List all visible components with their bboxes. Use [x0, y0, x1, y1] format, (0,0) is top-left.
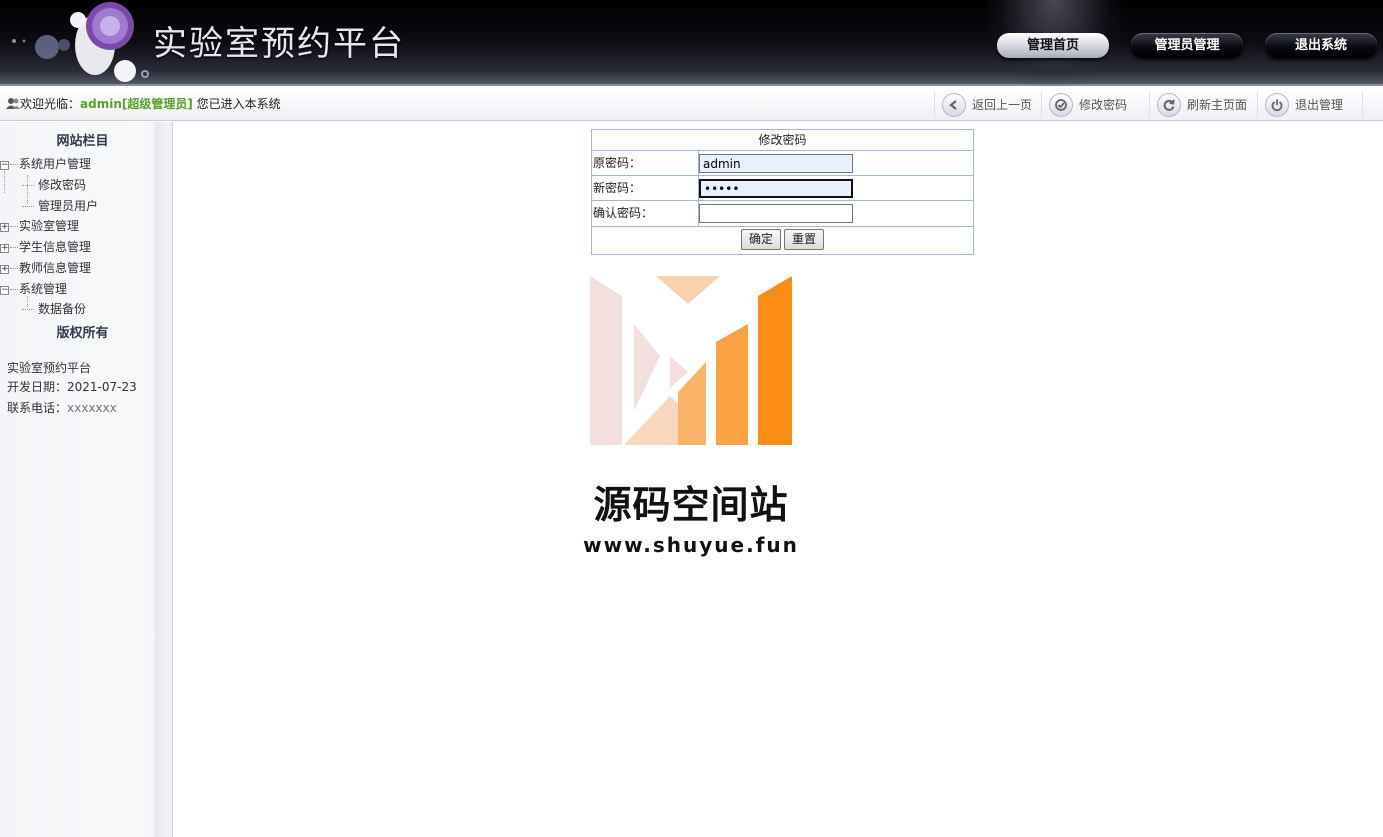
watermark-url: www.shuyue.fun	[583, 533, 799, 557]
expand-icon[interactable]: +	[0, 244, 9, 253]
new-password-label: 新密码：	[592, 176, 699, 200]
tree-item-label: 管理员用户	[38, 199, 99, 213]
nav-button-exit-system[interactable]: 退出系统	[1265, 33, 1377, 58]
tree-item-label: 修改密码	[38, 178, 87, 192]
tree-item-label: 数据备份	[38, 302, 87, 316]
collapse-icon[interactable]: −	[0, 286, 9, 295]
tree-item-data-backup[interactable]: 数据备份	[22, 300, 86, 317]
sidebar-heading: 网站栏目	[56, 134, 109, 149]
form-row-confirm-password: 确认密码：	[592, 201, 973, 227]
tree-item-label: 系统用户管理	[19, 157, 92, 171]
back-label: 返回上一页	[972, 98, 1033, 112]
refresh-main-button[interactable]: 刷新主页面	[1149, 91, 1255, 118]
develop-date-label: 开发日期：	[7, 380, 68, 394]
toolbar-divider	[1362, 91, 1363, 118]
platform-name: 实验室预约平台	[7, 361, 92, 375]
welcome-message: 欢迎光临：admin[超级管理员] 您已进入本系统	[6, 95, 281, 112]
toolbar: 欢迎光临：admin[超级管理员] 您已进入本系统 返回上一页 修改密码 刷新主…	[0, 88, 1383, 121]
tree-item-student-info[interactable]: + 学生信息管理	[0, 238, 91, 255]
change-password-form: 修改密码 原密码： 新密码： 确认密码： 确定 重置	[591, 129, 974, 255]
logout-manage-button[interactable]: 退出管理	[1257, 91, 1362, 118]
tree-item-system-users[interactable]: − 系统用户管理	[0, 155, 91, 172]
old-password-input[interactable]	[699, 154, 853, 173]
header-bar: 实验室预约平台 管理首页 管理员管理 退出系统	[0, 0, 1383, 86]
check-key-icon	[1049, 92, 1073, 117]
sidebar-splitter[interactable]	[155, 122, 169, 837]
reset-button[interactable]: 重置	[784, 229, 824, 250]
nav-button-home[interactable]: 管理首页	[997, 33, 1109, 58]
tree-item-teacher-info[interactable]: + 教师信息管理	[0, 259, 91, 276]
welcome-prefix: 欢迎光临：	[20, 97, 81, 111]
tree-item-label: 学生信息管理	[19, 240, 92, 254]
tree-item-lab-manage[interactable]: + 实验室管理	[0, 217, 79, 234]
expand-icon[interactable]: +	[0, 223, 9, 232]
power-icon	[1265, 92, 1289, 117]
app-title: 实验室预约平台	[153, 24, 405, 64]
change-password-button[interactable]: 修改密码	[1041, 91, 1147, 118]
develop-date-value: 2021-07-23	[67, 380, 137, 394]
app-logo-icon	[12, 2, 149, 82]
form-row-old-password: 原密码：	[592, 151, 973, 176]
tree-item-change-password[interactable]: 修改密码	[22, 176, 86, 193]
logout-manage-label: 退出管理	[1295, 98, 1344, 112]
refresh-icon	[1157, 92, 1181, 117]
back-button[interactable]: 返回上一页	[934, 91, 1039, 118]
tree-item-label: 实验室管理	[19, 219, 80, 233]
tree-item-system-manage[interactable]: − 系统管理	[0, 280, 67, 297]
submit-button[interactable]: 确定	[741, 229, 781, 250]
tree-connector	[4, 171, 5, 193]
tree-item-admin-users[interactable]: 管理员用户	[22, 197, 98, 214]
user-icon	[6, 98, 20, 109]
welcome-suffix: 您已进入本系统	[192, 97, 281, 111]
confirm-password-input[interactable]	[699, 204, 853, 223]
collapse-icon[interactable]: −	[0, 161, 9, 170]
contact-phone-value: xxxxxxx	[67, 401, 117, 415]
refresh-main-label: 刷新主页面	[1187, 98, 1248, 112]
form-row-new-password: 新密码：	[592, 176, 973, 201]
old-password-label: 原密码：	[592, 151, 699, 175]
change-password-label: 修改密码	[1079, 98, 1128, 112]
new-password-input[interactable]	[699, 179, 853, 198]
expand-icon[interactable]: +	[0, 265, 9, 274]
confirm-password-label: 确认密码：	[592, 201, 699, 226]
form-title: 修改密码	[592, 130, 973, 151]
nav-button-admin-manage[interactable]: 管理员管理	[1131, 33, 1243, 58]
contact-phone-label: 联系电话：	[7, 401, 68, 415]
tree-item-label: 系统管理	[19, 282, 68, 296]
back-arrow-icon	[942, 92, 966, 117]
watermark-logo-icon	[590, 276, 792, 445]
contact-phone: 联系电话：xxxxxxx	[7, 399, 117, 416]
develop-date: 开发日期：2021-07-23	[7, 378, 137, 395]
copyright-heading: 版权所有	[56, 326, 109, 341]
current-user-name: admin[超级管理员]	[80, 97, 193, 111]
watermark-brand: 源码空间站	[593, 483, 789, 527]
tree-item-label: 教师信息管理	[19, 261, 92, 275]
